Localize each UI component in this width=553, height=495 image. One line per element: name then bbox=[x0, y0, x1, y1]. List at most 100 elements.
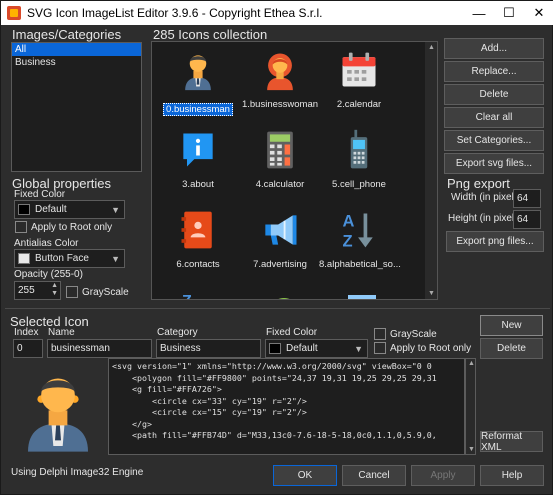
global-fixed-color-combo[interactable]: Default ▼ bbox=[14, 200, 125, 219]
app-icon bbox=[7, 6, 21, 20]
name-label: Name bbox=[48, 327, 75, 338]
selected-grayscale-checkbox[interactable]: GrayScale bbox=[374, 328, 437, 340]
maximize-button[interactable]: ☐ bbox=[494, 1, 524, 25]
icon-cell-calculator[interactable]: 4.calculator bbox=[240, 128, 320, 190]
help-button[interactable]: Help bbox=[480, 465, 544, 486]
delete-icon-button[interactable]: Delete bbox=[444, 84, 544, 105]
category-item-business[interactable]: Business bbox=[12, 56, 141, 69]
color-swatch bbox=[18, 204, 30, 215]
icon-caption-calculator: 4.calculator bbox=[255, 179, 305, 190]
svg-source-editor[interactable]: <svg version="1" xmlns="http://www.w3.or… bbox=[108, 358, 465, 455]
opacity-value: 255 bbox=[18, 285, 35, 296]
advertising-icon bbox=[265, 215, 297, 245]
svg-text:A: A bbox=[343, 212, 355, 230]
index-input[interactable]: 0 bbox=[13, 339, 43, 358]
replace-button[interactable]: Replace... bbox=[444, 61, 544, 82]
selected-fixed-color-value: Default bbox=[286, 343, 318, 354]
icons-panel[interactable]: 0.businessman 1.businesswoman 2.calendar bbox=[151, 41, 438, 300]
color-swatch bbox=[269, 343, 281, 354]
apply-button[interactable]: Apply bbox=[411, 465, 475, 486]
add-button[interactable]: Add... bbox=[444, 38, 544, 59]
code-line: <path fill="#FFB74D" d="M33,13c0-7.6-18-… bbox=[112, 430, 437, 440]
png-export-label: Png export bbox=[447, 176, 510, 191]
delete-selected-button[interactable]: Delete bbox=[480, 338, 543, 359]
icon-caption-calendar: 2.calendar bbox=[336, 99, 382, 110]
editor-window: SVG Icon ImageList Editor 3.9.6 - Copyri… bbox=[0, 0, 553, 495]
businessman-preview-icon bbox=[28, 378, 88, 452]
chevron-down-icon: ▼ bbox=[354, 343, 363, 354]
code-line: <g fill="#FFA726"> bbox=[112, 384, 222, 394]
color-swatch bbox=[18, 253, 30, 264]
scroll-down-icon[interactable]: ▼ bbox=[468, 446, 475, 453]
icon-cell-calendar[interactable]: 2.calendar bbox=[319, 48, 399, 110]
antialias-combo[interactable]: Button Face ▼ bbox=[14, 249, 125, 268]
category-input[interactable]: Business bbox=[156, 339, 261, 358]
png-width-input[interactable]: 64 bbox=[513, 189, 541, 208]
cell-phone-icon bbox=[350, 129, 368, 169]
selected-apply-root-label: Apply to Root only bbox=[390, 342, 472, 354]
selected-apply-root-checkbox[interactable]: Apply to Root only bbox=[374, 342, 471, 354]
partial-android-icon bbox=[278, 298, 290, 299]
checkbox-box bbox=[374, 342, 386, 354]
icon-caption-alphabetical-sort: 8.alphabetical_so... bbox=[319, 259, 401, 270]
businessman-icon bbox=[185, 55, 211, 91]
global-apply-root-checkbox[interactable]: Apply to Root only bbox=[15, 221, 112, 233]
index-label: Index bbox=[14, 327, 39, 338]
icon-caption-contacts: 6.contacts bbox=[176, 259, 220, 270]
global-grayscale-label: GrayScale bbox=[82, 286, 129, 298]
icon-preview bbox=[13, 361, 103, 456]
scroll-up-icon[interactable]: ▲ bbox=[468, 360, 475, 367]
category-item-all[interactable]: All bbox=[12, 43, 141, 56]
opacity-label: Opacity (255-0) bbox=[14, 269, 83, 280]
about-icon bbox=[183, 133, 213, 167]
spin-arrows-icon[interactable]: ▲ ▼ bbox=[51, 282, 58, 298]
checkbox-box bbox=[15, 221, 27, 233]
png-height-input[interactable]: 64 bbox=[513, 210, 541, 229]
icon-cell-cell-phone[interactable]: 5.cell_phone bbox=[319, 128, 399, 190]
minimize-button[interactable]: — bbox=[464, 1, 494, 25]
set-categories-button[interactable]: Set Categories... bbox=[444, 130, 544, 151]
icon-cell-businesswoman[interactable]: 1.businesswoman bbox=[240, 48, 320, 110]
scroll-up-icon[interactable]: ▲ bbox=[428, 44, 435, 51]
export-svg-button[interactable]: Export svg files... bbox=[444, 153, 544, 174]
businesswoman-icon bbox=[267, 53, 293, 91]
png-width-label: Width (in pixel) bbox=[451, 192, 518, 203]
code-line: </g> bbox=[112, 418, 152, 429]
scroll-down-icon[interactable]: ▼ bbox=[428, 290, 435, 297]
clear-all-button[interactable]: Clear all bbox=[444, 107, 544, 128]
icon-cell-alphabetical-sort[interactable]: A Z 8.alphabetical_so... bbox=[319, 208, 401, 270]
alphabetical-sort-icon: A Z bbox=[343, 212, 373, 251]
antialias-label: Antialias Color bbox=[14, 238, 79, 249]
reformat-xml-button[interactable]: Reformat XML bbox=[480, 431, 543, 453]
categories-list[interactable]: All Business bbox=[11, 42, 142, 172]
icon-caption-advertising: 7.advertising bbox=[253, 259, 307, 270]
icon-caption-cell-phone: 5.cell_phone bbox=[332, 179, 386, 190]
categories-label: Images/Categories bbox=[12, 27, 122, 42]
selected-fixed-color-combo[interactable]: Default ▼ bbox=[265, 339, 368, 358]
icon-cell-advertising[interactable]: 7.advertising bbox=[240, 208, 320, 270]
code-line: <polygon fill="#FF9800" points="24,37 19… bbox=[112, 372, 437, 383]
code-scrollbar[interactable]: ▲ ▼ bbox=[465, 358, 476, 455]
icon-cell-contacts[interactable]: 6.contacts bbox=[158, 208, 238, 270]
checkbox-box bbox=[374, 328, 386, 340]
export-png-button[interactable]: Export png files... bbox=[446, 231, 544, 252]
global-apply-root-label: Apply to Root only bbox=[31, 221, 113, 233]
icon-cell-about[interactable]: 3.about bbox=[158, 128, 238, 190]
opacity-spin[interactable]: 255 ▲ ▼ bbox=[14, 281, 61, 300]
window-title: SVG Icon ImageList Editor 3.9.6 - Copyri… bbox=[27, 6, 323, 20]
new-button[interactable]: New bbox=[480, 315, 543, 336]
global-grayscale-checkbox[interactable]: GrayScale bbox=[66, 286, 129, 298]
calculator-icon bbox=[267, 131, 293, 169]
code-line: <svg version="1" xmlns="http://www.w3.or… bbox=[112, 361, 432, 371]
contacts-icon bbox=[181, 211, 212, 249]
icon-caption-businesswoman: 1.businesswoman bbox=[241, 99, 319, 110]
status-text: Using Delphi Image32 Engine bbox=[11, 467, 144, 478]
cancel-button[interactable]: Cancel bbox=[342, 465, 406, 486]
close-button[interactable]: ✕ bbox=[524, 1, 553, 25]
icon-cell-businessman[interactable]: 0.businessman bbox=[158, 48, 238, 116]
category-label: Category bbox=[157, 327, 198, 338]
icons-scrollbar[interactable]: ▲ ▼ bbox=[425, 42, 437, 299]
global-fixed-color-label: Fixed Color bbox=[14, 189, 66, 200]
ok-button[interactable]: OK bbox=[273, 465, 337, 486]
name-input[interactable]: businessman bbox=[47, 339, 152, 358]
